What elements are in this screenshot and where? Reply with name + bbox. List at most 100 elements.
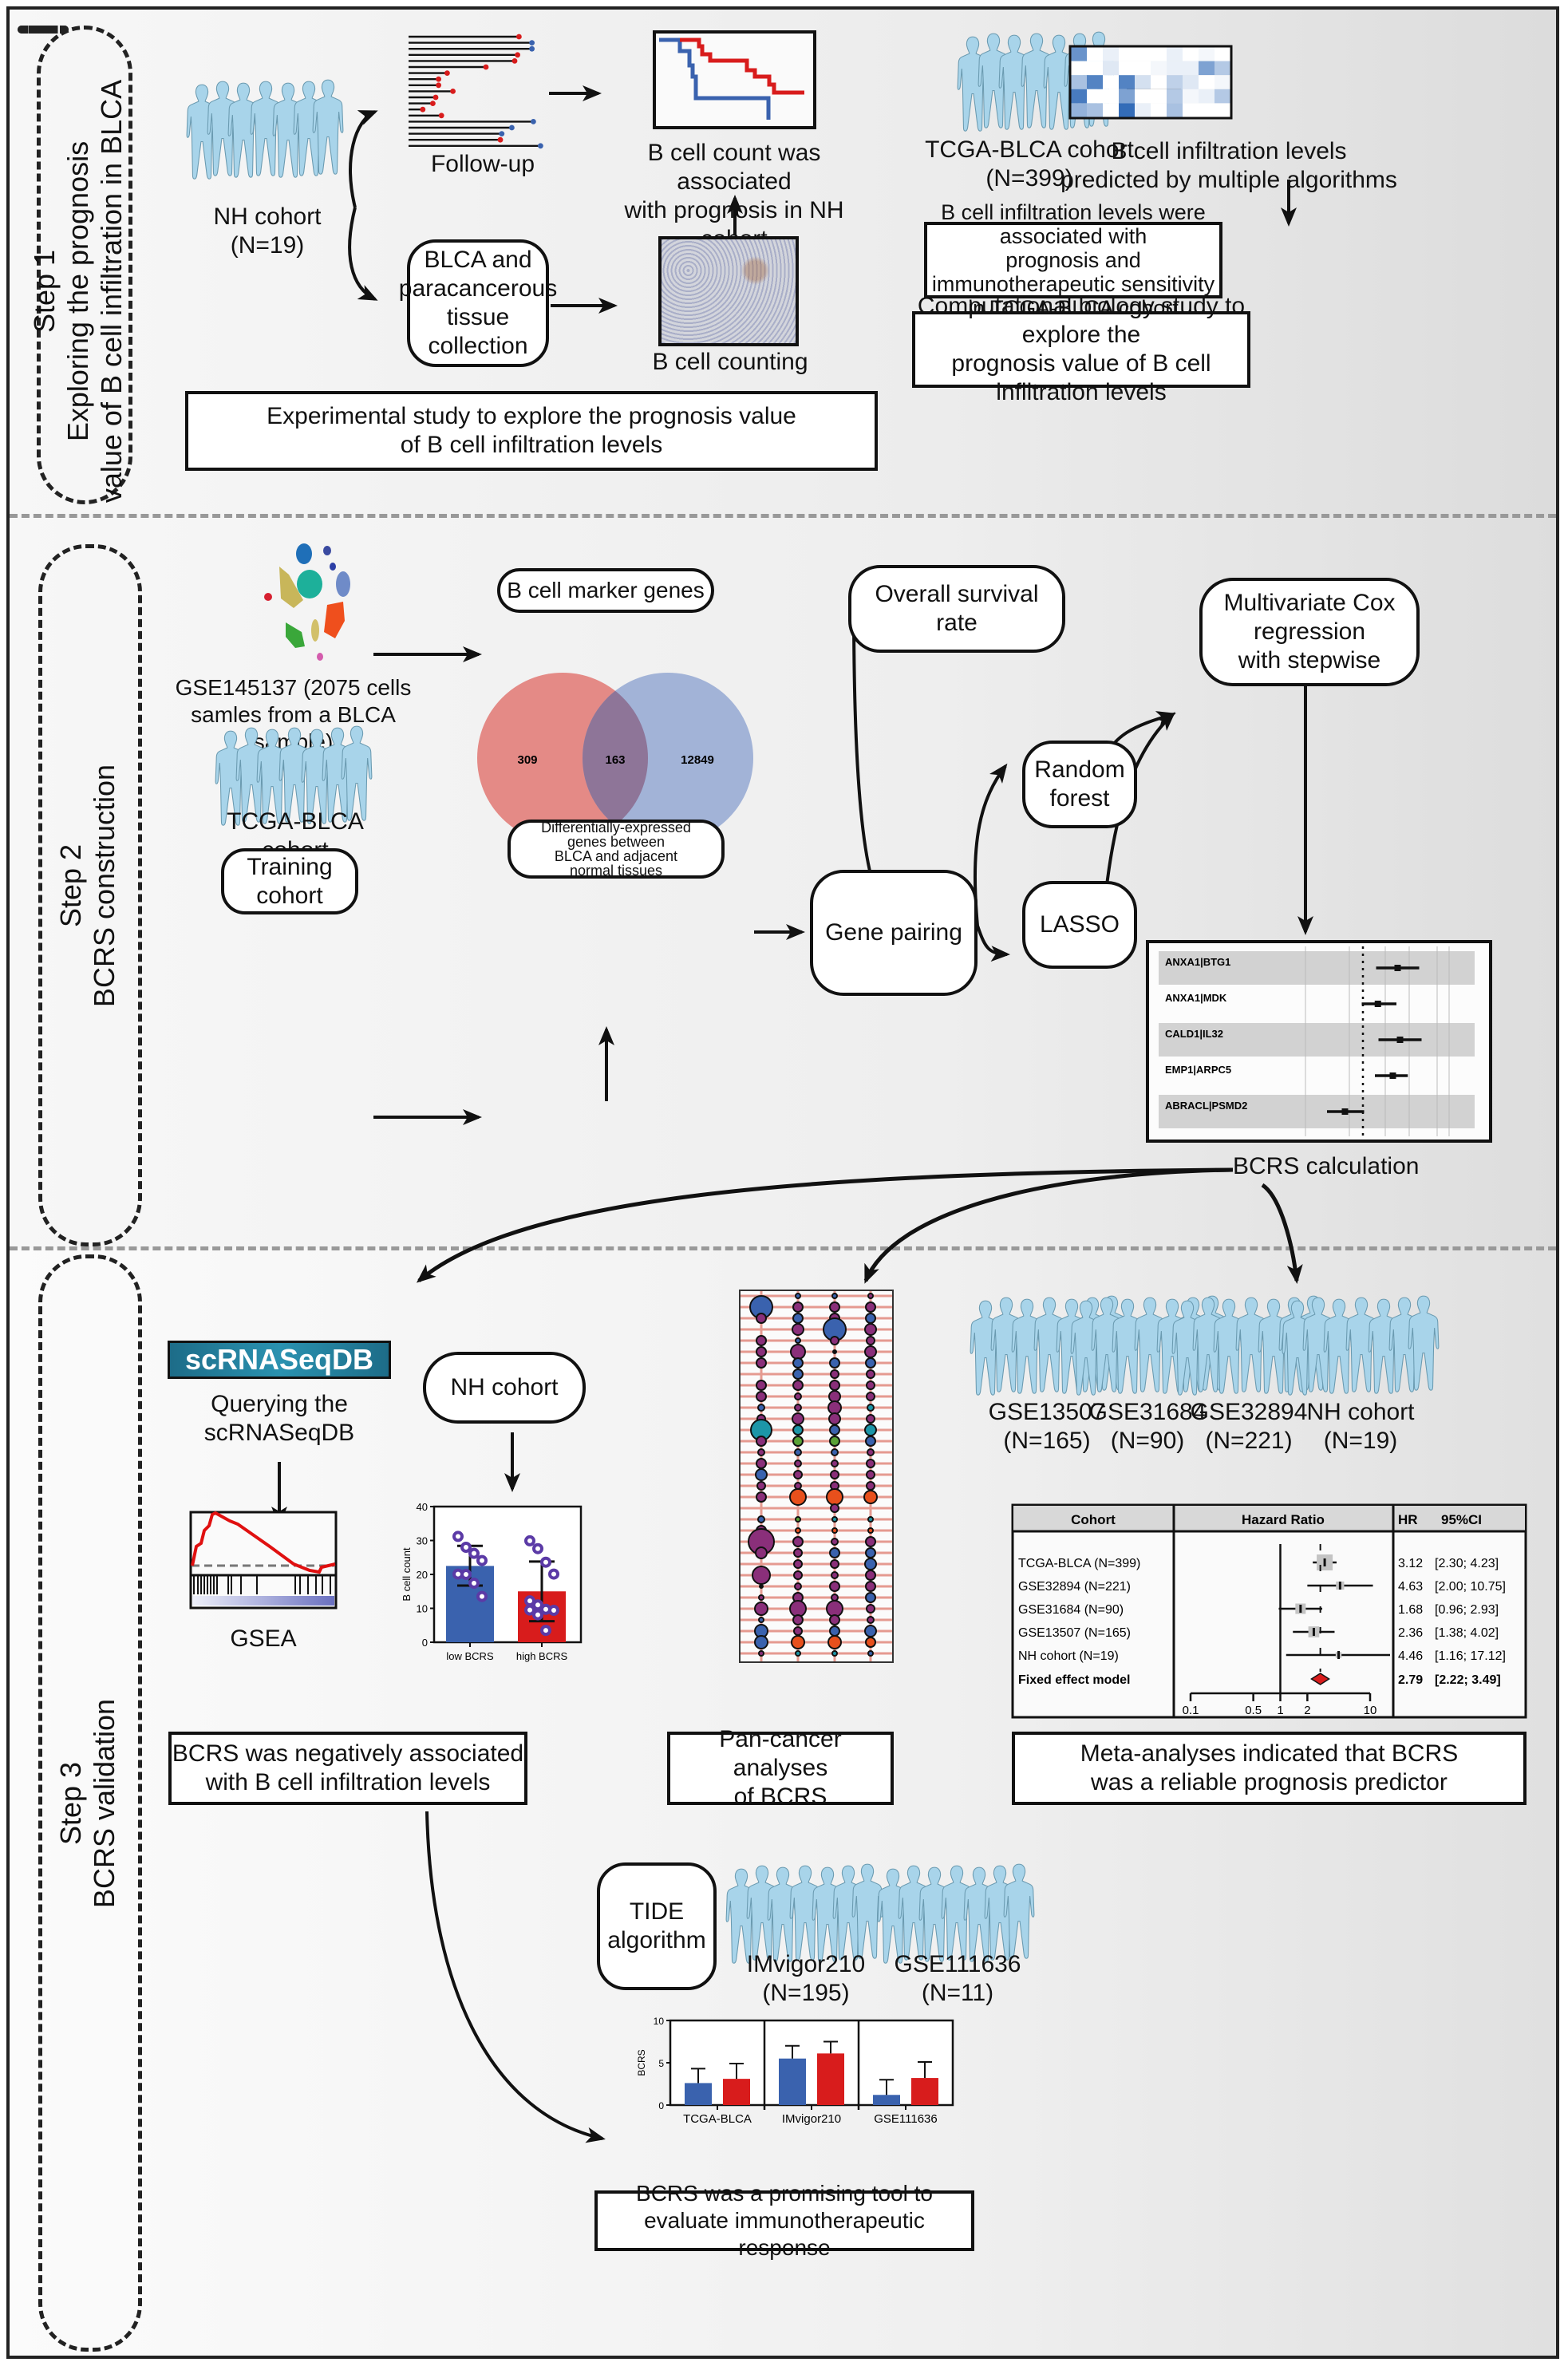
forest-row-label: GSE13507 (N=165) bbox=[1018, 1626, 1131, 1640]
data-point bbox=[540, 1625, 551, 1637]
bubble bbox=[792, 1301, 804, 1313]
y-tick-label: 0 bbox=[422, 1637, 428, 1649]
forest-row-label: GSE32894 (N=221) bbox=[1018, 1580, 1131, 1594]
heatmap-cell bbox=[1119, 89, 1135, 104]
heatmap-cell bbox=[1119, 103, 1135, 117]
bubble bbox=[792, 1369, 804, 1380]
bubble bbox=[757, 1448, 765, 1456]
heatmap-cell bbox=[1103, 47, 1119, 61]
forest-row-ci: [0.96; 2.93] bbox=[1435, 1603, 1499, 1617]
follow-up-event bbox=[450, 89, 456, 94]
follow-up-event bbox=[499, 131, 505, 136]
y-tick-label: 20 bbox=[417, 1569, 428, 1581]
tide-line: algorithm bbox=[607, 1927, 706, 1953]
data-point bbox=[476, 1554, 488, 1566]
bubble bbox=[827, 1400, 842, 1415]
follow-up-label: Follow-up bbox=[430, 151, 535, 177]
bubble bbox=[867, 1448, 875, 1456]
bubble bbox=[794, 1448, 802, 1456]
bubble bbox=[795, 1527, 801, 1534]
bubble bbox=[829, 1357, 840, 1369]
bubble bbox=[830, 1336, 839, 1345]
bubble bbox=[866, 1470, 875, 1479]
forest-header-cohort: Cohort bbox=[1071, 1512, 1116, 1527]
bubble bbox=[864, 1625, 877, 1637]
bubble bbox=[865, 1357, 876, 1369]
bubble bbox=[756, 1380, 767, 1391]
bubble bbox=[865, 1547, 876, 1558]
bubble bbox=[866, 1481, 875, 1491]
follow-up-event bbox=[438, 113, 444, 119]
bubble bbox=[866, 1369, 875, 1379]
bubble bbox=[794, 1404, 802, 1412]
heatmap-cell bbox=[1215, 47, 1230, 61]
bubble bbox=[757, 1515, 765, 1523]
bubble bbox=[794, 1582, 802, 1590]
rf-line: Random bbox=[1034, 756, 1125, 783]
b-cell-marker-genes-box: B cell marker genes bbox=[497, 568, 714, 613]
heatmap-cell bbox=[1215, 61, 1230, 76]
training-line: cohort bbox=[256, 882, 323, 909]
tissue-collection-box: BLCA and paracancerous tissue collection bbox=[399, 239, 557, 367]
y-tick-label: 30 bbox=[417, 1535, 428, 1547]
bubble bbox=[792, 1380, 804, 1391]
forest-row-ci: [1.16; 17.12] bbox=[1435, 1649, 1506, 1663]
summary-line: was a reliable prognosis predictor bbox=[1091, 1769, 1448, 1795]
bubble bbox=[865, 1581, 876, 1592]
arrow-os-to-lasso bbox=[852, 610, 888, 912]
gene-pair-label: EMP1|ARPC5 bbox=[1165, 1064, 1231, 1076]
bubble bbox=[757, 1404, 765, 1412]
tissue-box-line: paracancerous bbox=[398, 275, 558, 302]
arrow-nh-to-followup bbox=[349, 110, 378, 208]
heatmap-cell bbox=[1103, 61, 1119, 76]
bubble bbox=[867, 1293, 874, 1299]
arrow-pairing-to-lasso bbox=[976, 925, 1010, 962]
bar-low-bcrs bbox=[873, 2095, 900, 2105]
heatmap-cell bbox=[1183, 103, 1199, 117]
cox-regression-box: Multivariate Cox regression with stepwis… bbox=[1199, 578, 1420, 686]
bubble bbox=[756, 1436, 767, 1447]
experimental-summary-line: of B cell infiltration levels bbox=[400, 432, 663, 458]
heatmap-cell bbox=[1103, 103, 1119, 117]
data-point bbox=[468, 1547, 480, 1559]
immuno-cohort-label: GSE111636 (N=11) bbox=[878, 1950, 1037, 2008]
bubble bbox=[865, 1570, 876, 1581]
bubble bbox=[866, 1414, 875, 1424]
follow-up-event bbox=[436, 76, 441, 82]
computational-summary-box: Computational biology study to explore t… bbox=[912, 293, 1250, 405]
tide-line: TIDE bbox=[629, 1898, 685, 1925]
computational-summary-line: prognosis value of B cell infiltration l… bbox=[951, 350, 1211, 405]
heatmap-cell bbox=[1087, 103, 1103, 117]
bubble bbox=[795, 1293, 801, 1299]
bubble bbox=[792, 1436, 804, 1447]
y-tick-label: 40 bbox=[417, 1501, 428, 1513]
tsne-cluster-plot bbox=[264, 543, 350, 661]
bubble bbox=[830, 1470, 839, 1479]
heatmap-cell bbox=[1215, 75, 1230, 89]
data-point bbox=[460, 1542, 472, 1553]
bubble bbox=[793, 1548, 803, 1558]
bubble bbox=[794, 1482, 802, 1490]
heatmap-cell bbox=[1215, 89, 1230, 104]
bubble bbox=[867, 1404, 875, 1412]
querying-label: Querying the scRNASeqDB bbox=[184, 1390, 375, 1448]
summary-line: with B cell infiltration levels bbox=[205, 1769, 491, 1795]
deg-line: Differentially-expressed bbox=[541, 820, 691, 835]
arrow-pairing-to-rf bbox=[973, 763, 1008, 926]
bubble bbox=[831, 1293, 838, 1299]
data-point bbox=[532, 1542, 543, 1554]
bubble bbox=[831, 1538, 839, 1546]
gsea-plot bbox=[189, 1511, 338, 1610]
forest-x-tick-label: 0.1 bbox=[1183, 1704, 1199, 1717]
heatmap-cell bbox=[1199, 75, 1215, 89]
heatmap-cell bbox=[1183, 61, 1199, 76]
bcrs-immunotherapy-bar-chart: 0 5 10 BCRS TCGA-BLCA IMvigor210 GSE111636 bbox=[636, 2016, 954, 2126]
heatmap-cell bbox=[1167, 75, 1183, 89]
tissue-box-line: tissue bbox=[446, 304, 510, 330]
bubble bbox=[831, 1594, 839, 1602]
forest-row-hr: 4.46 bbox=[1398, 1649, 1423, 1663]
cox-line: with stepwise bbox=[1238, 647, 1381, 673]
heatmap-cell bbox=[1135, 61, 1151, 76]
forest-x-tick-label: 0.5 bbox=[1245, 1704, 1262, 1717]
heatmap-cell bbox=[1135, 89, 1151, 104]
